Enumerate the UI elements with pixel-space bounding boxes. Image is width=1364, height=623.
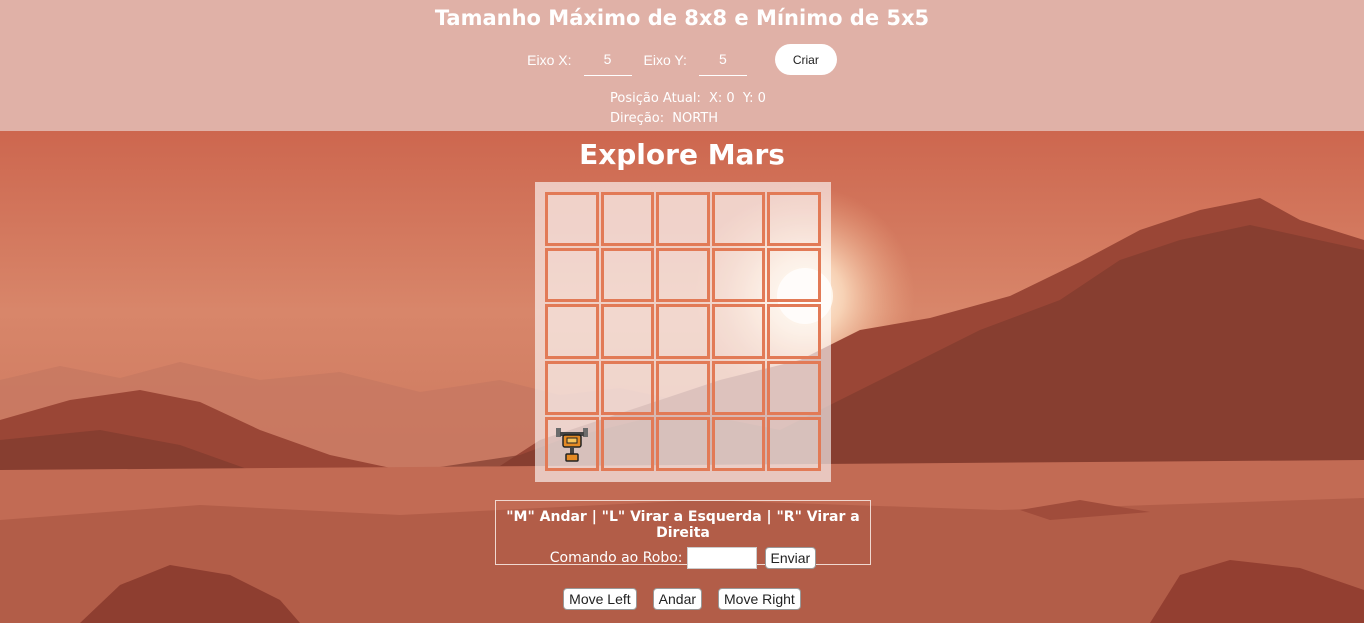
position-label: Posição Atual: [610, 91, 701, 106]
grid-cell [600, 304, 655, 359]
x-axis-label: Eixo X: [527, 51, 572, 68]
direction-value: NORTH [672, 111, 719, 126]
grid-cell [656, 192, 710, 247]
grid-cell [656, 304, 710, 359]
size-limits-title: Tamanho Máximo de 8x8 e Mínimo de 5x5 [434, 6, 930, 30]
grid-cell [767, 416, 821, 471]
grid-cell [656, 416, 710, 471]
grid-cell [656, 248, 710, 303]
grid-cell [767, 360, 821, 415]
command-label: Comando ao Robo: [549, 550, 683, 566]
grid-cell [600, 416, 655, 471]
grid-cell [545, 304, 599, 359]
command-row: Comando ao Robo: Enviar [496, 547, 870, 569]
move-left-button[interactable]: Move Left [563, 588, 637, 610]
x-axis-input[interactable] [583, 43, 632, 76]
grid-cell [711, 416, 766, 471]
robot-icon [556, 427, 588, 462]
grid-cell [545, 360, 599, 415]
grid-cell [767, 248, 821, 303]
move-buttons: Move Left Andar Move Right [0, 588, 1364, 610]
grid-cell [656, 360, 710, 415]
create-button[interactable]: Criar [774, 44, 837, 75]
grid-cell [545, 192, 599, 247]
y-axis-input[interactable] [698, 43, 747, 76]
command-help: "M" Andar | "L" Virar a Esquerda | "R" V… [506, 509, 860, 541]
grid-cell [767, 304, 821, 359]
move-right-button[interactable]: Move Right [718, 588, 801, 610]
send-button[interactable]: Enviar [764, 547, 817, 569]
command-panel: "M" Andar | "L" Virar a Esquerda | "R" V… [495, 500, 871, 569]
mars-board [535, 182, 831, 482]
walk-button[interactable]: Andar [652, 588, 703, 610]
position-x: X: 0 [709, 91, 735, 106]
grid-cell [600, 192, 655, 247]
grid-size-controls: Eixo X: Eixo Y: Criar [0, 43, 1364, 76]
grid-cell [711, 192, 766, 247]
y-axis-label: Eixo Y: [643, 51, 687, 68]
command-input[interactable] [686, 547, 757, 569]
position-y: Y: 0 [742, 91, 766, 106]
direction-label: Direção: [610, 111, 665, 126]
grid-cell [600, 360, 655, 415]
grid-cell [767, 192, 821, 247]
page-title: Explore Mars [579, 138, 785, 171]
grid-cell [711, 248, 766, 303]
robot-status: Posição Atual: X: 0 Y: 0 Direção: NORTH [610, 89, 770, 129]
grid-cell [545, 416, 599, 471]
grid-cell [711, 304, 766, 359]
header-panel: Tamanho Máximo de 8x8 e Mínimo de 5x5 Ei… [0, 0, 1364, 131]
grid-cell [600, 248, 655, 303]
grid [545, 192, 821, 471]
grid-cell [545, 248, 599, 303]
grid-cell [711, 360, 766, 415]
